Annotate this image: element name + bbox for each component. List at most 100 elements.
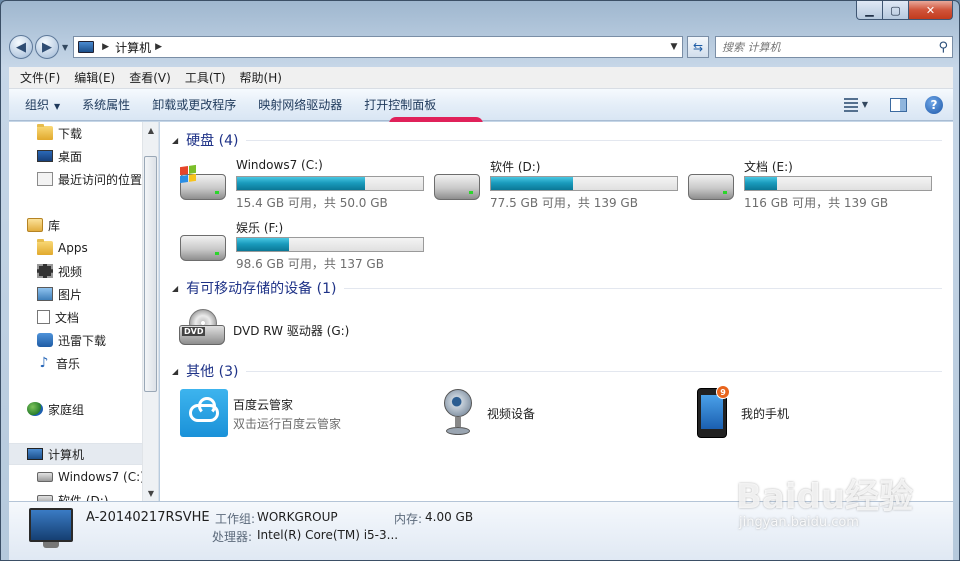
drive-usage-fill (491, 177, 573, 190)
nav-item-videos[interactable]: 视频 (9, 260, 143, 282)
scroll-up-icon[interactable]: ▲ (143, 122, 158, 138)
drive-usage-bar (744, 176, 932, 191)
drive-usage-bar (236, 237, 424, 252)
dvd-drive-icon[interactable]: DVD (179, 309, 227, 345)
baidu-watermark-url: jingyan.baidu.com (739, 515, 859, 530)
nav-item-apps[interactable]: Apps (9, 237, 143, 259)
nav-item-music[interactable]: ♪ 音乐 (9, 352, 143, 374)
history-dropdown-icon[interactable]: ▼ (62, 43, 68, 52)
navigation-pane: 下载 桌面 最近访问的位置 库 Apps 视频 图片 文档 迅雷下载 ♪ 音乐 家… (9, 122, 159, 501)
forward-button[interactable]: ▶ (35, 35, 59, 59)
hard-drive-icon (434, 174, 480, 200)
picture-icon (37, 287, 53, 301)
drive-free-space: 98.6 GB 可用，共 137 GB (236, 257, 384, 271)
forward-arrow-icon: ▶ (42, 39, 52, 55)
nav-item-documents[interactable]: 文档 (9, 306, 143, 328)
nav-label: 图片 (58, 287, 83, 302)
desktop-icon (37, 150, 53, 162)
menu-tools[interactable]: 工具(T) (178, 69, 233, 86)
computer-name: A-20140217RSVHE (86, 510, 210, 525)
menu-view[interactable]: 查看(V) (122, 69, 178, 86)
my-phone-label[interactable]: 我的手机 (741, 405, 789, 422)
maximize-button[interactable]: ▢ (883, 1, 909, 20)
nav-item-desktop[interactable]: 桌面 (9, 145, 143, 167)
nav-item-computer[interactable]: 计算机 (9, 443, 143, 465)
refresh-button[interactable]: ⇆ (687, 36, 709, 58)
nav-item-drive-d[interactable]: 软件 (D:) (9, 489, 143, 501)
preview-pane-icon[interactable] (890, 97, 907, 112)
nav-item-drive-c[interactable]: Windows7 (C:) (9, 466, 145, 488)
map-network-drive-button[interactable]: 映射网络驱动器 (247, 96, 353, 113)
baidu-watermark: Baidu经验 (736, 477, 914, 517)
view-dropdown-icon[interactable]: ▼ (862, 100, 868, 109)
group-header-removable[interactable]: ◢ 有可移动存储的设备 (1) (172, 278, 942, 298)
phone-icon[interactable]: 9 (697, 385, 730, 438)
menu-file[interactable]: 文件(F) (13, 69, 67, 86)
baidu-cloud-label[interactable]: 百度云管家 (233, 396, 293, 413)
drive-name: Windows7 (C:) (236, 158, 323, 172)
nav-item-homegroup[interactable]: 家庭组 (9, 398, 143, 420)
group-header-hdd[interactable]: ◢ 硬盘 (4) (172, 130, 942, 150)
scroll-thumb[interactable] (144, 156, 157, 392)
group-divider (246, 139, 942, 141)
menu-edit[interactable]: 编辑(E) (67, 69, 122, 86)
nav-item-pictures[interactable]: 图片 (9, 283, 143, 305)
view-options-icon[interactable] (843, 97, 858, 112)
minimize-button[interactable]: ▁ (856, 1, 883, 20)
collapse-triangle-icon[interactable]: ◢ (172, 136, 178, 145)
thunder-icon (37, 333, 53, 347)
help-icon[interactable]: ? (925, 95, 943, 114)
drive-usage-fill (237, 238, 290, 251)
drive-tile-f[interactable]: 娱乐 (F:) 98.6 GB 可用，共 137 GB (180, 219, 430, 271)
homegroup-icon (27, 402, 43, 416)
computer-monitor-icon (29, 508, 73, 542)
breadcrumb-chevron-icon[interactable]: ▶ (155, 42, 162, 52)
drive-name: 娱乐 (F:) (236, 221, 284, 235)
memory-label: 内存: (394, 512, 423, 526)
back-button[interactable]: ◀ (9, 35, 33, 59)
webcam-icon[interactable] (442, 389, 474, 437)
dvd-drive-label[interactable]: DVD RW 驱动器 (G:) (233, 322, 349, 339)
drive-tile-e[interactable]: 文档 (E:) 116 GB 可用，共 139 GB (688, 158, 938, 210)
nav-scrollbar[interactable]: ▲ ▼ (142, 122, 158, 501)
monitor-stand (43, 542, 59, 548)
collapse-triangle-icon[interactable]: ◢ (172, 367, 178, 376)
search-box[interactable]: ⚲ (715, 36, 953, 58)
content-pane: ◢ 硬盘 (4) Windows7 (C:) 15.4 GB 可用，共 50.0… (160, 122, 953, 501)
nav-label: 视频 (58, 264, 83, 279)
scroll-down-icon[interactable]: ▼ (143, 485, 158, 501)
group-divider (246, 370, 942, 372)
drive-tile-d[interactable]: 软件 (D:) 77.5 GB 可用，共 139 GB (434, 158, 684, 210)
group-header-other[interactable]: ◢ 其他 (3) (172, 361, 942, 381)
organize-button[interactable]: 组织 ▼ (19, 96, 71, 113)
collapse-triangle-icon[interactable]: ◢ (172, 284, 178, 293)
nav-label: Apps (58, 241, 88, 255)
menu-help[interactable]: 帮助(H) (233, 69, 289, 86)
drive-tile-c[interactable]: Windows7 (C:) 15.4 GB 可用，共 50.0 GB (180, 158, 430, 210)
nav-label: 桌面 (58, 149, 83, 164)
nav-item-downloads[interactable]: 下载 (9, 122, 143, 144)
nav-label: 库 (48, 218, 61, 233)
breadcrumb-computer[interactable]: 计算机 (115, 39, 151, 56)
open-control-panel-button[interactable]: 打开控制面板 (353, 96, 447, 113)
search-input[interactable] (722, 40, 939, 54)
close-button[interactable]: ✕ (909, 1, 953, 20)
drive-free-space: 116 GB 可用，共 139 GB (744, 196, 889, 210)
address-bar[interactable]: ▶ 计算机 ▶ ▼ (73, 36, 683, 58)
recent-places-icon (37, 172, 53, 186)
system-properties-button[interactable]: 系统属性 (71, 96, 141, 113)
workgroup-label: 工作组: (215, 512, 256, 526)
baidu-cloud-icon[interactable] (180, 389, 228, 437)
nav-label: 软件 (D:) (58, 493, 109, 502)
uninstall-program-button[interactable]: 卸载或更改程序 (141, 96, 247, 113)
breadcrumb-chevron-icon[interactable]: ▶ (102, 42, 109, 52)
nav-item-library[interactable]: 库 (9, 214, 143, 236)
video-icon (37, 264, 53, 278)
video-device-label[interactable]: 视频设备 (487, 405, 535, 422)
explorer-window: ▁ ▢ ✕ ◀ ▶ ▼ ▶ 计算机 ▶ ▼ ⇆ ⚲ 文件(F) 编辑(E) 查看… (0, 0, 960, 561)
nav-item-thunder-downloads[interactable]: 迅雷下载 (9, 329, 143, 351)
search-icon[interactable]: ⚲ (938, 40, 948, 55)
nav-item-recent[interactable]: 最近访问的位置 (9, 168, 143, 190)
group-title: 硬盘 (4) (186, 133, 239, 149)
address-dropdown-icon[interactable]: ▼ (666, 42, 682, 52)
